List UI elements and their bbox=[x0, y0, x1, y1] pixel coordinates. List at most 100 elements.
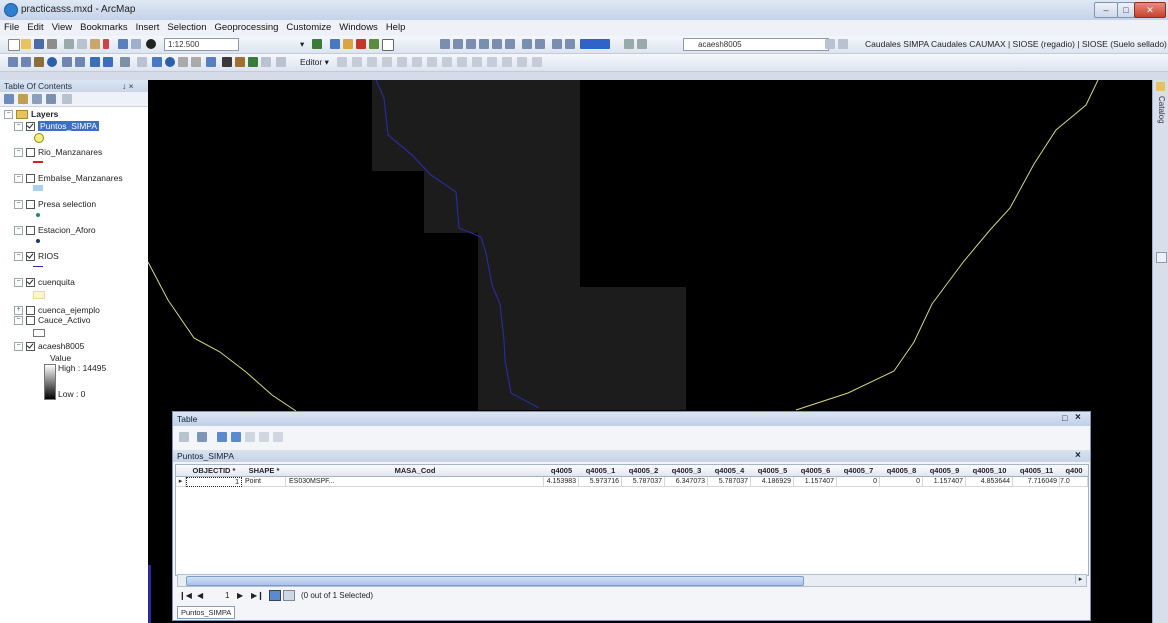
select-by-attributes-icon[interactable] bbox=[217, 432, 227, 442]
expand-icon[interactable]: − bbox=[14, 226, 23, 236]
list-by-drawing-order-icon[interactable] bbox=[4, 94, 14, 104]
sketch-tool-icon[interactable] bbox=[367, 57, 377, 67]
layer-visibility-checkbox[interactable] bbox=[26, 316, 35, 326]
show-selected-records-icon[interactable] bbox=[283, 590, 295, 601]
html-popup-icon[interactable] bbox=[191, 57, 201, 67]
layer-visibility-checkbox[interactable] bbox=[26, 174, 35, 184]
expand-icon[interactable]: + bbox=[14, 306, 23, 316]
table-cell[interactable]: 5.973716 bbox=[579, 477, 622, 487]
catalog-icon[interactable] bbox=[343, 39, 353, 49]
search-window-icon[interactable] bbox=[356, 39, 366, 49]
column-header[interactable]: q4005_1 bbox=[579, 465, 623, 477]
layer-label[interactable]: Presa selection bbox=[38, 199, 96, 209]
menu-geoprocessing[interactable]: Geoprocessing bbox=[210, 20, 282, 33]
column-header[interactable]: SHAPE * bbox=[242, 465, 287, 477]
toc-layer-puntos-simpa[interactable]: − Puntos_SIMPA bbox=[14, 121, 100, 132]
table-cell[interactable]: 7.0 bbox=[1060, 477, 1088, 487]
toc-layer-embalse-manzanares[interactable]: − Embalse_Manzanares bbox=[14, 173, 123, 184]
forward-extent-icon[interactable] bbox=[103, 57, 113, 67]
edit-tool-icon[interactable] bbox=[337, 57, 347, 67]
related-tables-icon[interactable] bbox=[197, 432, 207, 442]
show-all-records-icon[interactable] bbox=[269, 590, 281, 601]
catalog-tab-label[interactable]: Catalog bbox=[1155, 96, 1166, 124]
table-cell[interactable]: Point bbox=[242, 477, 286, 487]
menu-help[interactable]: Help bbox=[382, 20, 410, 33]
sketch-tool-icon[interactable] bbox=[412, 57, 422, 67]
symbology-tool-icon[interactable] bbox=[565, 39, 575, 49]
column-header[interactable]: q4005_7 bbox=[837, 465, 881, 477]
layer-label[interactable]: Embalse_Manzanares bbox=[38, 173, 123, 183]
sketch-tool-icon[interactable] bbox=[397, 57, 407, 67]
current-record-field[interactable]: 1 bbox=[225, 591, 229, 600]
next-record-button[interactable]: ▶ bbox=[237, 591, 243, 600]
layers-group[interactable]: − Layers bbox=[4, 109, 58, 120]
collapse-icon[interactable]: − bbox=[14, 342, 23, 352]
zoom-out-icon[interactable] bbox=[21, 57, 31, 67]
catalog-icon[interactable] bbox=[1156, 82, 1165, 91]
sketch-properties-icon[interactable] bbox=[517, 57, 527, 67]
open-folder-icon[interactable] bbox=[21, 39, 31, 49]
copy-icon[interactable] bbox=[77, 39, 87, 49]
toc-layer-estacion-aforo[interactable]: − Estacion_Aforo bbox=[14, 225, 96, 236]
toc-layer-cuenca-ejemplo[interactable]: + cuenca_ejemplo bbox=[14, 305, 100, 316]
viewer-window-icon[interactable] bbox=[276, 57, 286, 67]
layer-label[interactable]: Rio_Manzanares bbox=[38, 147, 102, 157]
zoom-in-icon[interactable] bbox=[8, 57, 18, 67]
measure-icon[interactable] bbox=[206, 57, 216, 67]
menu-selection[interactable]: Selection bbox=[163, 20, 210, 33]
catalog-dock[interactable]: Catalog bbox=[1152, 80, 1168, 623]
zoom-to-selected-icon[interactable] bbox=[259, 432, 269, 442]
table-cell[interactable]: ES030MSPF... bbox=[286, 477, 544, 487]
table-cell[interactable]: 4.186929 bbox=[751, 477, 794, 487]
save-icon[interactable] bbox=[34, 39, 44, 49]
expand-icon[interactable]: − bbox=[14, 148, 23, 158]
time-slider-icon[interactable] bbox=[261, 57, 271, 67]
menu-customize[interactable]: Customize bbox=[282, 20, 335, 33]
layer-label[interactable]: cuenca_ejemplo bbox=[38, 305, 100, 315]
column-header[interactable]: q4005_10 bbox=[966, 465, 1014, 477]
symbology-tool-icon[interactable] bbox=[552, 39, 562, 49]
menu-windows[interactable]: Windows bbox=[335, 20, 382, 33]
table-cell[interactable]: 4.153983 bbox=[544, 477, 579, 487]
column-header[interactable]: q4005_5 bbox=[751, 465, 795, 477]
cut-icon[interactable] bbox=[64, 39, 74, 49]
column-header[interactable]: q4005_6 bbox=[794, 465, 838, 477]
layer-tool-icon[interactable] bbox=[637, 39, 647, 49]
toc-layer-presa-selection[interactable]: − Presa selection bbox=[14, 199, 96, 210]
minimize-button[interactable]: – bbox=[1094, 2, 1118, 18]
layer-visibility-checkbox[interactable] bbox=[26, 122, 35, 132]
layer-option-icon[interactable] bbox=[825, 39, 835, 49]
reshape-icon[interactable] bbox=[442, 57, 452, 67]
split-icon[interactable] bbox=[472, 57, 482, 67]
last-record-button[interactable]: ▶❙ bbox=[251, 591, 264, 600]
scale-dropdown-icon[interactable]: ▾ bbox=[300, 39, 304, 50]
menu-bookmarks[interactable]: Bookmarks bbox=[76, 20, 132, 33]
add-data-icon[interactable] bbox=[146, 39, 156, 49]
menu-insert[interactable]: Insert bbox=[132, 20, 164, 33]
fixed-zoom-out-icon[interactable] bbox=[75, 57, 85, 67]
table-cell[interactable]: 6.347073 bbox=[665, 477, 708, 487]
table-cell[interactable]: 4.853644 bbox=[966, 477, 1013, 487]
georef-tool-icon[interactable] bbox=[453, 39, 463, 49]
menu-file[interactable]: File bbox=[0, 20, 23, 33]
paste-icon[interactable] bbox=[90, 39, 100, 49]
menu-view[interactable]: View bbox=[48, 20, 76, 33]
horizontal-scrollbar[interactable]: ▸ bbox=[177, 574, 1087, 587]
scroll-right-arrow-icon[interactable]: ▸ bbox=[1075, 575, 1085, 584]
table-close-button[interactable]: × bbox=[1075, 412, 1081, 423]
new-document-icon[interactable] bbox=[8, 39, 20, 51]
column-header[interactable]: q4005_11 bbox=[1013, 465, 1061, 477]
layer-label[interactable]: cuenquita bbox=[38, 277, 75, 287]
maximize-button[interactable]: □ bbox=[1117, 2, 1135, 18]
python-window-icon[interactable] bbox=[382, 39, 394, 51]
menu-edit[interactable]: Edit bbox=[23, 20, 47, 33]
toc-options-icon[interactable] bbox=[62, 94, 72, 104]
back-extent-icon[interactable] bbox=[90, 57, 100, 67]
column-header[interactable]: q4005_3 bbox=[665, 465, 709, 477]
layer-visibility-checkbox[interactable] bbox=[26, 148, 35, 158]
layer-label[interactable]: RIOS bbox=[38, 251, 59, 261]
column-header[interactable]: OBJECTID * bbox=[186, 465, 243, 477]
clear-selection-icon[interactable] bbox=[137, 57, 147, 67]
first-record-button[interactable]: ❙◀ bbox=[179, 591, 192, 600]
table-cell[interactable]: 5.787037 bbox=[622, 477, 665, 487]
